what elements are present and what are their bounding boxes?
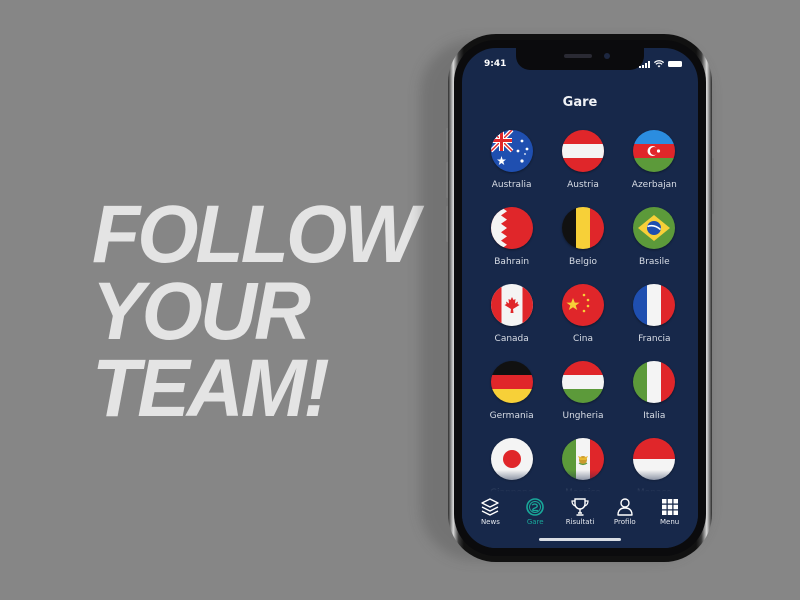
- race-label: Italia: [643, 411, 666, 421]
- camera: [604, 53, 610, 59]
- status-icons: [639, 60, 682, 68]
- race-item-australia[interactable]: Australia: [476, 130, 547, 192]
- page-title: Gare: [562, 95, 598, 110]
- tab-gare[interactable]: Gare: [513, 497, 558, 526]
- tab-profilo[interactable]: Profilo: [602, 497, 647, 526]
- race-label: Belgio: [569, 257, 597, 267]
- azerbaijan-flag-icon: [633, 130, 676, 172]
- grid-menu-icon: [661, 499, 678, 515]
- race-item-italy[interactable]: Italia: [619, 361, 690, 423]
- phone-bezel: 9:41 Gare Australia Austria Azerbajan Ba…: [454, 40, 706, 556]
- app-screen: 9:41 Gare Australia Austria Azerbajan Ba…: [462, 48, 698, 548]
- race-label: Austria: [567, 180, 599, 190]
- race-label: Australia: [491, 180, 532, 190]
- race-item-azerbaijan[interactable]: Azerbajan: [619, 130, 690, 192]
- tab-bar: News Gare Risultati Profilo Menu: [462, 470, 698, 548]
- home-indicator[interactable]: [539, 538, 621, 541]
- race-item-france[interactable]: Francia: [619, 284, 690, 346]
- tab-risultati[interactable]: Risultati: [558, 497, 603, 526]
- race-label: Francia: [638, 334, 671, 344]
- tab-news[interactable]: News: [468, 497, 513, 526]
- race-label: Brasile: [639, 257, 670, 267]
- tab-label: Gare: [526, 518, 544, 526]
- wifi-icon: [654, 60, 664, 68]
- hungary-flag-icon: [561, 361, 604, 403]
- race-badge-icon: [526, 498, 544, 516]
- race-item-hungary[interactable]: Ungheria: [547, 361, 618, 423]
- headline-line-3: TEAM!: [92, 343, 330, 434]
- race-item-brazil[interactable]: Brasile: [619, 207, 690, 269]
- status-time: 9:41: [484, 59, 507, 69]
- trophy-icon: [571, 498, 589, 516]
- tab-label: News: [480, 518, 500, 526]
- france-flag-icon: [633, 284, 676, 326]
- race-label: Canada: [494, 334, 529, 344]
- tab-label: Risultati: [565, 518, 595, 526]
- germany-flag-icon: [490, 361, 533, 403]
- headline-line-1: FOLLOW: [92, 189, 419, 280]
- tab-label: Menu: [659, 518, 680, 526]
- tab-label: Profilo: [613, 518, 636, 526]
- race-item-bahrain[interactable]: Bahrain: [476, 207, 547, 269]
- signal-icon: [639, 60, 650, 68]
- australia-flag-icon: [490, 130, 533, 172]
- brazil-flag-icon: [633, 207, 676, 249]
- race-label: Azerbajan: [631, 180, 677, 190]
- canada-flag-icon: [490, 284, 533, 326]
- race-item-austria[interactable]: Austria: [547, 130, 618, 192]
- phone-frame: 9:41 Gare Australia Austria Azerbajan Ba…: [448, 34, 712, 562]
- battery-icon: [668, 61, 682, 67]
- race-label: Bahrain: [494, 257, 530, 267]
- headline-line-2: YOUR: [92, 266, 311, 357]
- speaker: [564, 54, 592, 58]
- race-label: Germania: [489, 411, 534, 421]
- races-grid: Australia Austria Azerbajan Bahrain Belg…: [476, 130, 690, 500]
- race-label: Ungheria: [562, 411, 604, 421]
- austria-flag-icon: [561, 130, 604, 172]
- race-item-china[interactable]: Cina: [547, 284, 618, 346]
- race-item-belgium[interactable]: Belgio: [547, 207, 618, 269]
- headline: FOLLOW YOUR TEAM!: [92, 189, 419, 434]
- user-icon: [617, 498, 633, 516]
- notch: [516, 48, 644, 70]
- italy-flag-icon: [633, 361, 676, 403]
- race-label: Cina: [572, 334, 593, 344]
- china-flag-icon: [561, 284, 604, 326]
- bahrain-flag-icon: [490, 207, 533, 249]
- race-item-germany[interactable]: Germania: [476, 361, 547, 423]
- race-item-canada[interactable]: Canada: [476, 284, 547, 346]
- belgium-flag-icon: [561, 207, 604, 249]
- tab-menu[interactable]: Menu: [647, 497, 692, 526]
- layers-icon: [481, 498, 500, 516]
